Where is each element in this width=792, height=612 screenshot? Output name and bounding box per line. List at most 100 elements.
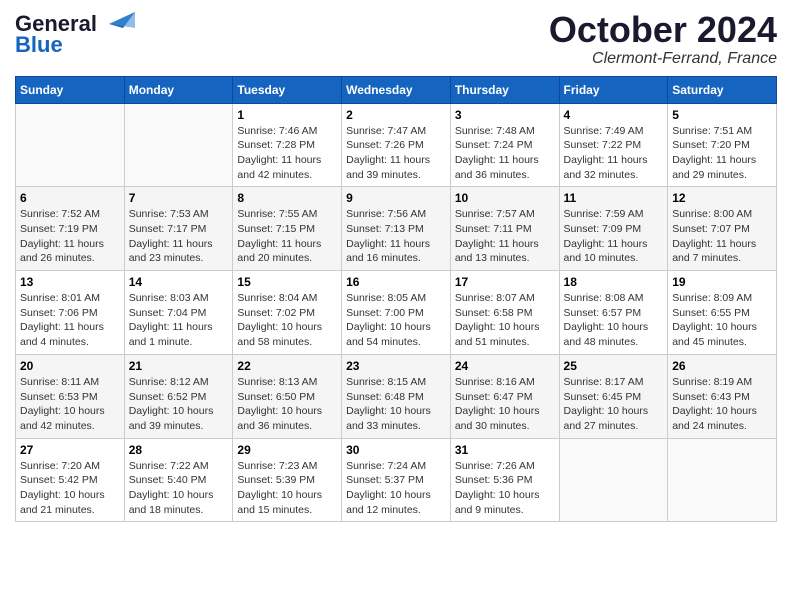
day-number: 24 xyxy=(455,359,555,373)
day-info: Sunrise: 7:26 AM Sunset: 5:36 PM Dayligh… xyxy=(455,459,555,518)
calendar-cell: 13Sunrise: 8:01 AM Sunset: 7:06 PM Dayli… xyxy=(16,271,125,355)
calendar-cell: 7 Sunrise: 7:53 AM Sunset: 7:17 PM Daylig… xyxy=(124,187,233,271)
calendar-cell: 14Sunrise: 8:03 AM Sunset: 7:04 PM Dayli… xyxy=(124,271,233,355)
calendar-cell: 29Sunrise: 7:23 AM Sunset: 5:39 PM Dayli… xyxy=(233,438,342,522)
day-number: 15 xyxy=(237,275,337,289)
logo-blue-text: Blue xyxy=(15,34,63,56)
day-info: Sunrise: 7:48 AM Sunset: 7:24 PM Dayligh… xyxy=(455,124,555,183)
calendar-cell: 22 Sunrise: 8:13 AM Sunset: 6:50 PM Dayli… xyxy=(233,354,342,438)
weekday-header: Tuesday xyxy=(233,76,342,103)
day-info: Sunrise: 8:01 AM Sunset: 7:06 PM Dayligh… xyxy=(20,291,120,350)
day-info: Sunrise: 7:22 AM Sunset: 5:40 PM Dayligh… xyxy=(129,459,229,518)
day-info: Sunrise: 8:03 AM Sunset: 7:04 PM Dayligh… xyxy=(129,291,229,350)
calendar-cell xyxy=(559,438,668,522)
day-number: 11 xyxy=(564,191,664,205)
calendar-cell: 20Sunrise: 8:11 AM Sunset: 6:53 PM Dayli… xyxy=(16,354,125,438)
day-number: 5 xyxy=(672,108,772,122)
day-number: 26 xyxy=(672,359,772,373)
day-number: 3 xyxy=(455,108,555,122)
day-info: Sunrise: 7:56 AM Sunset: 7:13 PM Dayligh… xyxy=(346,207,446,266)
weekday-header: Saturday xyxy=(668,76,777,103)
weekday-header: Wednesday xyxy=(342,76,451,103)
calendar-cell: 10Sunrise: 7:57 AM Sunset: 7:11 PM Dayli… xyxy=(450,187,559,271)
calendar-cell: 31 Sunrise: 7:26 AM Sunset: 5:36 PM Dayli… xyxy=(450,438,559,522)
day-number: 6 xyxy=(20,191,120,205)
day-number: 4 xyxy=(564,108,664,122)
day-number: 2 xyxy=(346,108,446,122)
day-number: 20 xyxy=(20,359,120,373)
day-info: Sunrise: 8:04 AM Sunset: 7:02 PM Dayligh… xyxy=(237,291,337,350)
location-title: Clermont-Ferrand, France xyxy=(549,50,777,68)
day-info: Sunrise: 8:15 AM Sunset: 6:48 PM Dayligh… xyxy=(346,375,446,434)
logo: General Blue xyxy=(15,10,135,56)
day-number: 19 xyxy=(672,275,772,289)
day-number: 18 xyxy=(564,275,664,289)
calendar-cell xyxy=(16,103,125,187)
day-info: Sunrise: 8:07 AM Sunset: 6:58 PM Dayligh… xyxy=(455,291,555,350)
day-number: 27 xyxy=(20,443,120,457)
calendar-cell: 9 Sunrise: 7:56 AM Sunset: 7:13 PM Daylig… xyxy=(342,187,451,271)
calendar-cell xyxy=(124,103,233,187)
weekday-header: Monday xyxy=(124,76,233,103)
calendar-cell: 6 Sunrise: 7:52 AM Sunset: 7:19 PM Daylig… xyxy=(16,187,125,271)
day-info: Sunrise: 8:05 AM Sunset: 7:00 PM Dayligh… xyxy=(346,291,446,350)
day-info: Sunrise: 8:08 AM Sunset: 6:57 PM Dayligh… xyxy=(564,291,664,350)
day-info: Sunrise: 8:09 AM Sunset: 6:55 PM Dayligh… xyxy=(672,291,772,350)
day-info: Sunrise: 7:20 AM Sunset: 5:42 PM Dayligh… xyxy=(20,459,120,518)
day-info: Sunrise: 8:13 AM Sunset: 6:50 PM Dayligh… xyxy=(237,375,337,434)
day-info: Sunrise: 7:49 AM Sunset: 7:22 PM Dayligh… xyxy=(564,124,664,183)
calendar-cell: 21 Sunrise: 8:12 AM Sunset: 6:52 PM Dayli… xyxy=(124,354,233,438)
calendar-cell: 18 Sunrise: 8:08 AM Sunset: 6:57 PM Dayli… xyxy=(559,271,668,355)
day-info: Sunrise: 7:47 AM Sunset: 7:26 PM Dayligh… xyxy=(346,124,446,183)
day-number: 28 xyxy=(129,443,229,457)
calendar-week-row: 20Sunrise: 8:11 AM Sunset: 6:53 PM Dayli… xyxy=(16,354,777,438)
calendar-cell xyxy=(668,438,777,522)
calendar-cell: 16 Sunrise: 8:05 AM Sunset: 7:00 PM Dayli… xyxy=(342,271,451,355)
calendar-week-row: 27 Sunrise: 7:20 AM Sunset: 5:42 PM Dayli… xyxy=(16,438,777,522)
calendar-cell: 15 Sunrise: 8:04 AM Sunset: 7:02 PM Dayli… xyxy=(233,271,342,355)
calendar-cell: 23 Sunrise: 8:15 AM Sunset: 6:48 PM Dayli… xyxy=(342,354,451,438)
day-number: 1 xyxy=(237,108,337,122)
day-info: Sunrise: 7:53 AM Sunset: 7:17 PM Dayligh… xyxy=(129,207,229,266)
day-number: 9 xyxy=(346,191,446,205)
weekday-header: Friday xyxy=(559,76,668,103)
page-header: General Blue October 2024 Clermont-Ferra… xyxy=(15,10,777,68)
calendar-cell: 3 Sunrise: 7:48 AM Sunset: 7:24 PM Daylig… xyxy=(450,103,559,187)
day-info: Sunrise: 8:16 AM Sunset: 6:47 PM Dayligh… xyxy=(455,375,555,434)
calendar-cell: 2 Sunrise: 7:47 AM Sunset: 7:26 PM Daylig… xyxy=(342,103,451,187)
calendar-cell: 30Sunrise: 7:24 AM Sunset: 5:37 PM Dayli… xyxy=(342,438,451,522)
day-info: Sunrise: 7:46 AM Sunset: 7:28 PM Dayligh… xyxy=(237,124,337,183)
day-number: 22 xyxy=(237,359,337,373)
day-info: Sunrise: 8:17 AM Sunset: 6:45 PM Dayligh… xyxy=(564,375,664,434)
calendar-week-row: 1 Sunrise: 7:46 AM Sunset: 7:28 PM Daylig… xyxy=(16,103,777,187)
calendar-cell: 19 Sunrise: 8:09 AM Sunset: 6:55 PM Dayli… xyxy=(668,271,777,355)
day-info: Sunrise: 7:23 AM Sunset: 5:39 PM Dayligh… xyxy=(237,459,337,518)
calendar-week-row: 13Sunrise: 8:01 AM Sunset: 7:06 PM Dayli… xyxy=(16,271,777,355)
day-info: Sunrise: 7:52 AM Sunset: 7:19 PM Dayligh… xyxy=(20,207,120,266)
calendar-cell: 4 Sunrise: 7:49 AM Sunset: 7:22 PM Daylig… xyxy=(559,103,668,187)
day-info: Sunrise: 7:57 AM Sunset: 7:11 PM Dayligh… xyxy=(455,207,555,266)
calendar-header: SundayMondayTuesdayWednesdayThursdayFrid… xyxy=(16,76,777,103)
calendar-cell: 25 Sunrise: 8:17 AM Sunset: 6:45 PM Dayli… xyxy=(559,354,668,438)
weekday-header: Thursday xyxy=(450,76,559,103)
calendar-cell: 17 Sunrise: 8:07 AM Sunset: 6:58 PM Dayli… xyxy=(450,271,559,355)
day-number: 7 xyxy=(129,191,229,205)
day-number: 21 xyxy=(129,359,229,373)
calendar-cell: 8Sunrise: 7:55 AM Sunset: 7:15 PM Daylig… xyxy=(233,187,342,271)
day-number: 16 xyxy=(346,275,446,289)
day-info: Sunrise: 8:12 AM Sunset: 6:52 PM Dayligh… xyxy=(129,375,229,434)
weekday-header: Sunday xyxy=(16,76,125,103)
day-number: 25 xyxy=(564,359,664,373)
calendar-cell: 5Sunrise: 7:51 AM Sunset: 7:20 PM Daylig… xyxy=(668,103,777,187)
calendar-cell: 26Sunrise: 8:19 AM Sunset: 6:43 PM Dayli… xyxy=(668,354,777,438)
calendar-week-row: 6 Sunrise: 7:52 AM Sunset: 7:19 PM Daylig… xyxy=(16,187,777,271)
day-info: Sunrise: 7:55 AM Sunset: 7:15 PM Dayligh… xyxy=(237,207,337,266)
day-info: Sunrise: 8:00 AM Sunset: 7:07 PM Dayligh… xyxy=(672,207,772,266)
day-number: 23 xyxy=(346,359,446,373)
calendar-cell: 27 Sunrise: 7:20 AM Sunset: 5:42 PM Dayli… xyxy=(16,438,125,522)
day-number: 17 xyxy=(455,275,555,289)
calendar-cell: 12Sunrise: 8:00 AM Sunset: 7:07 PM Dayli… xyxy=(668,187,777,271)
day-number: 31 xyxy=(455,443,555,457)
day-info: Sunrise: 7:59 AM Sunset: 7:09 PM Dayligh… xyxy=(564,207,664,266)
calendar-cell: 11 Sunrise: 7:59 AM Sunset: 7:09 PM Dayli… xyxy=(559,187,668,271)
